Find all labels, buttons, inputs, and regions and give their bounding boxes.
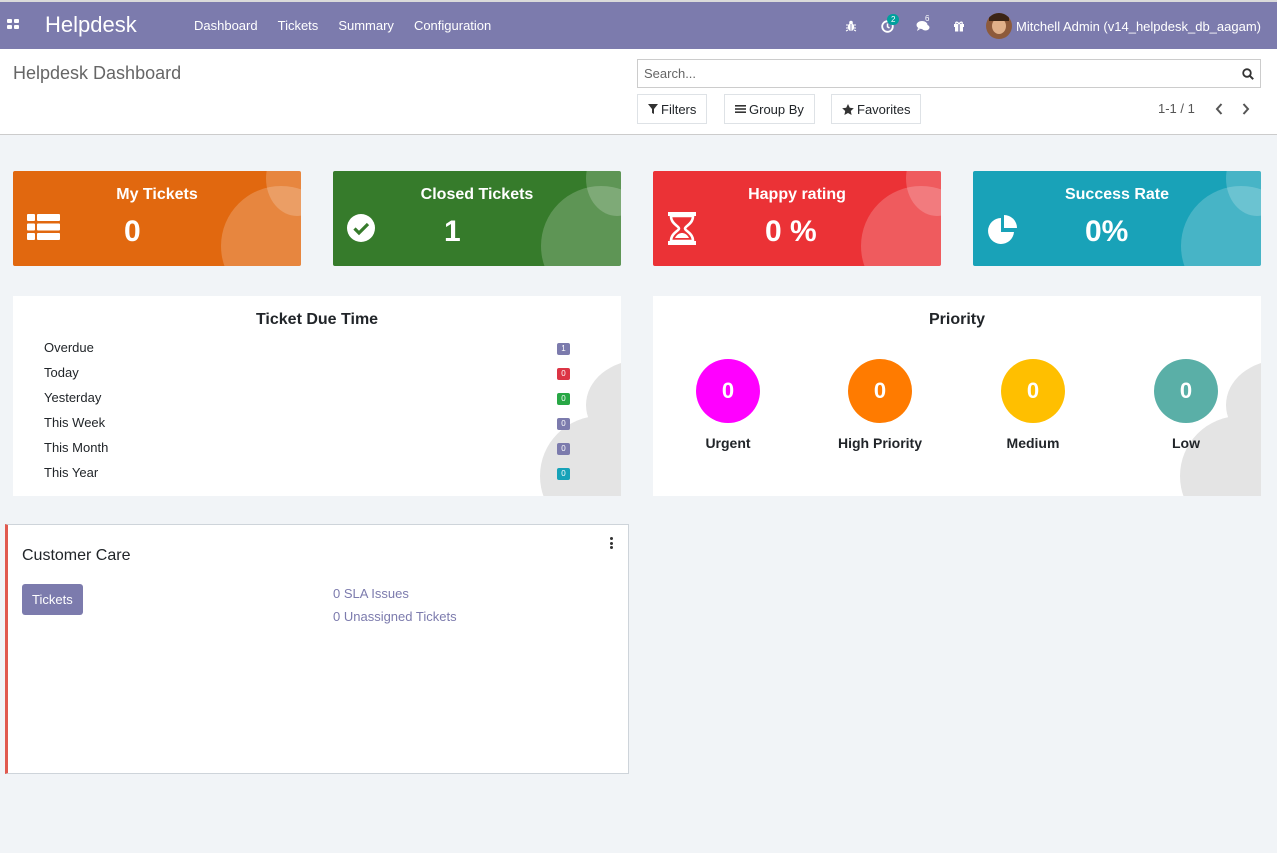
messages-icon[interactable]: 6 bbox=[916, 14, 930, 33]
due-row-overdue[interactable]: Overdue 1 bbox=[44, 340, 570, 355]
due-count-badge: 1 bbox=[557, 343, 570, 355]
due-row-today[interactable]: Today 0 bbox=[44, 365, 570, 380]
kebab-menu-icon[interactable] bbox=[608, 537, 614, 549]
due-label: Today bbox=[44, 365, 79, 380]
filters-button[interactable]: Filters bbox=[637, 94, 708, 124]
tickets-button[interactable]: Tickets bbox=[22, 584, 83, 615]
priority-label: Medium bbox=[1006, 435, 1060, 451]
systray: 2 6 Mitchell Admin (v14_helpdesk_db_aaga… bbox=[822, 11, 1261, 41]
bug-icon[interactable] bbox=[844, 19, 858, 33]
panel-title: Ticket Due Time bbox=[255, 311, 379, 328]
priority-high[interactable]: 0 High Priority bbox=[820, 359, 940, 451]
apps-menu-icon[interactable] bbox=[7, 19, 20, 30]
due-row-this-month[interactable]: This Month 0 bbox=[44, 440, 570, 455]
due-row-this-week[interactable]: This Week 0 bbox=[44, 415, 570, 430]
due-count-badge: 0 bbox=[557, 468, 570, 480]
menu-configuration[interactable]: Configuration bbox=[414, 18, 491, 33]
panel-title: Priority bbox=[928, 311, 985, 328]
pie-chart-icon bbox=[987, 214, 1019, 249]
card-title: Closed Tickets bbox=[420, 186, 534, 203]
priority-medium[interactable]: 0 Medium bbox=[973, 359, 1093, 451]
filter-icon bbox=[648, 104, 658, 114]
favorites-button[interactable]: Favorites bbox=[831, 94, 922, 124]
list-icon bbox=[27, 214, 60, 243]
due-count-badge: 0 bbox=[557, 418, 570, 430]
search-box bbox=[637, 59, 1261, 88]
activity-count-badge: 2 bbox=[887, 14, 900, 25]
team-name: Customer Care bbox=[22, 547, 131, 564]
user-name: Mitchell Admin (v14_helpdesk_db_aagam) bbox=[1016, 18, 1261, 34]
search-icon[interactable] bbox=[1236, 67, 1260, 80]
due-label: Overdue bbox=[44, 340, 94, 355]
main-menu: Dashboard Tickets Summary Configuration bbox=[194, 18, 511, 33]
messages-count-badge: 6 bbox=[925, 14, 930, 23]
star-icon bbox=[842, 103, 854, 115]
due-count-badge: 0 bbox=[557, 443, 570, 455]
group-by-button[interactable]: Group By bbox=[724, 94, 815, 124]
closed-tickets-card[interactable]: Closed Tickets 1 bbox=[333, 171, 621, 266]
group-by-label: Group By bbox=[749, 101, 804, 117]
priority-low[interactable]: 0 Low bbox=[1126, 359, 1246, 451]
pager-next-icon[interactable] bbox=[1239, 101, 1253, 117]
card-value: 0 bbox=[124, 215, 141, 248]
menu-summary[interactable]: Summary bbox=[338, 18, 394, 33]
user-avatar bbox=[986, 13, 1013, 39]
filters-label: Filters bbox=[661, 101, 697, 117]
priority-count-circle: 0 bbox=[1154, 359, 1218, 423]
activity-clock-icon[interactable]: 2 bbox=[880, 14, 900, 33]
due-row-this-year[interactable]: This Year 0 bbox=[44, 465, 570, 480]
due-label: This Month bbox=[44, 440, 109, 455]
gift-icon[interactable] bbox=[952, 19, 966, 33]
priority-count-circle: 0 bbox=[848, 359, 912, 423]
top-navbar: Helpdesk Dashboard Tickets Summary Confi… bbox=[0, 0, 1277, 49]
menu-dashboard[interactable]: Dashboard bbox=[194, 18, 258, 33]
card-value: 0% bbox=[1085, 215, 1129, 248]
my-tickets-card[interactable]: My Tickets 0 bbox=[13, 171, 301, 266]
user-menu[interactable]: Mitchell Admin (v14_helpdesk_db_aagam) bbox=[986, 13, 1261, 39]
menu-tickets[interactable]: Tickets bbox=[278, 18, 319, 33]
unassigned-tickets-link[interactable]: 0 Unassigned Tickets bbox=[333, 609, 457, 624]
search-input[interactable] bbox=[638, 60, 1236, 87]
card-value: 0 % bbox=[765, 215, 817, 248]
card-value: 1 bbox=[444, 215, 461, 248]
pager-previous-icon[interactable] bbox=[1212, 101, 1226, 117]
due-label: This Week bbox=[44, 415, 106, 430]
control-panel: Helpdesk Dashboard Filters Group By Favo… bbox=[0, 49, 1277, 135]
priority-urgent[interactable]: 0 Urgent bbox=[668, 359, 788, 451]
card-title: Success Rate bbox=[1064, 186, 1170, 203]
priority-label: High Priority bbox=[837, 435, 922, 451]
priority-count-circle: 0 bbox=[696, 359, 760, 423]
due-label: This Year bbox=[44, 465, 99, 480]
check-circle-icon bbox=[347, 214, 375, 245]
happy-rating-card[interactable]: Happy rating 0 % bbox=[653, 171, 941, 266]
bars-icon bbox=[735, 105, 746, 113]
priority-label: Low bbox=[1172, 435, 1200, 451]
card-title: My Tickets bbox=[116, 186, 198, 203]
due-label: Yesterday bbox=[44, 390, 102, 405]
due-count-badge: 0 bbox=[557, 393, 570, 405]
card-title: Happy rating bbox=[748, 186, 846, 203]
hourglass-icon bbox=[668, 212, 696, 248]
success-rate-card[interactable]: Success Rate 0% bbox=[973, 171, 1261, 266]
app-brand[interactable]: Helpdesk bbox=[45, 12, 137, 38]
favorites-label: Favorites bbox=[857, 101, 911, 117]
sla-issues-link[interactable]: 0 SLA Issues bbox=[333, 586, 409, 601]
ticket-due-time-panel: Ticket Due Time Overdue 1 Today 0 Yester… bbox=[13, 296, 621, 496]
team-kanban-card[interactable]: Customer Care Tickets 0 SLA Issues 0 Una… bbox=[5, 524, 629, 774]
priority-label: Urgent bbox=[705, 435, 751, 451]
due-row-yesterday[interactable]: Yesterday 0 bbox=[44, 390, 570, 405]
page-title: Helpdesk Dashboard bbox=[13, 63, 182, 83]
priority-count-circle: 0 bbox=[1001, 359, 1065, 423]
pager-value[interactable]: 1-1 / 1 bbox=[1158, 101, 1195, 116]
priority-panel: Priority 0 Urgent 0 High Priority 0 Medi… bbox=[653, 296, 1261, 496]
due-count-badge: 0 bbox=[557, 368, 570, 380]
